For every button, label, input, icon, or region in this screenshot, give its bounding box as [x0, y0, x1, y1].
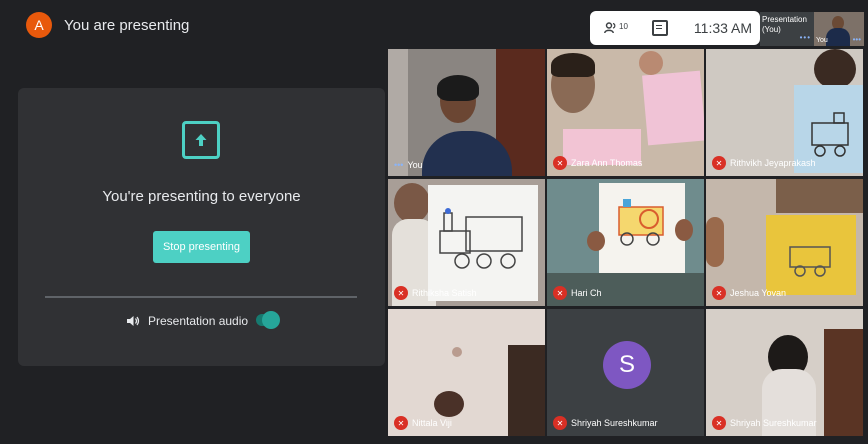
mic-off-icon: ✕	[394, 416, 408, 430]
mic-off-icon: ✕	[394, 286, 408, 300]
presenting-banner: A You are presenting	[26, 12, 189, 38]
participant-name: Hari Ch	[571, 288, 602, 298]
participant-tile[interactable]: ✕ Rithvikh Jeyaprakash	[706, 49, 863, 176]
participant-name: Shriyah Sureshkumar	[571, 418, 658, 428]
participant-tile[interactable]: ✕ Shriyah Sureshkumar	[706, 309, 863, 436]
clock: 11:33 AM	[693, 20, 753, 36]
presenting-message: You're presenting to everyone	[102, 188, 301, 205]
speaker-icon	[127, 316, 140, 326]
participant-avatar: S	[603, 341, 651, 389]
more-options-icon[interactable]: •••	[853, 35, 861, 44]
participant-name: Nittala Viji	[412, 418, 452, 428]
presentation-mini-tile[interactable]: Presentation (You) •••	[760, 12, 814, 46]
stop-presenting-button[interactable]: Stop presenting	[153, 231, 250, 263]
presentation-mini-label: Presentation (You)	[762, 15, 807, 34]
self-mini-label: You	[816, 37, 828, 44]
participant-tile[interactable]: ••• You	[388, 49, 545, 176]
chat-icon[interactable]	[651, 20, 668, 36]
presentation-audio-row: Presentation audio	[126, 314, 248, 328]
account-avatar[interactable]: A	[26, 12, 52, 38]
people-button[interactable]: 10	[604, 22, 628, 34]
participant-tile[interactable]: ✕ Zara Ann Thomas	[547, 49, 704, 176]
presentation-audio-toggle[interactable]	[256, 311, 280, 329]
participant-name: Zara Ann Thomas	[571, 158, 643, 168]
present-screen-icon	[182, 121, 220, 159]
mic-off-icon: ✕	[712, 156, 726, 170]
participant-name: Rithvikh Jeyaprakash	[730, 158, 816, 168]
participant-tile[interactable]: ✕ Rithiksha Satish	[388, 179, 545, 306]
participant-name: You	[407, 160, 423, 170]
mic-off-icon: ✕	[712, 286, 726, 300]
participant-tile[interactable]: S ✕ Shriyah Sureshkumar	[547, 309, 704, 436]
mic-off-icon: ✕	[712, 416, 726, 430]
people-icon	[604, 22, 616, 34]
participant-tile[interactable]: ✕ Nittala Viji	[388, 309, 545, 436]
participant-tile[interactable]: ✕ Hari Ch	[547, 179, 704, 306]
people-count: 10	[619, 22, 628, 31]
more-options-icon[interactable]: •••	[394, 160, 403, 170]
more-options-icon[interactable]: •••	[800, 33, 811, 43]
participant-name: Jeshua Yovan	[730, 288, 787, 298]
mic-off-icon: ✕	[553, 416, 567, 430]
participant-tile[interactable]: ✕ Jeshua Yovan	[706, 179, 863, 306]
presenting-panel: You're presenting to everyone Stop prese…	[18, 88, 385, 366]
self-mini-tile[interactable]: You •••	[814, 12, 864, 46]
meeting-toolbar: 10 11:33 AM	[590, 11, 760, 45]
presentation-audio-label: Presentation audio	[148, 314, 249, 328]
participant-name: Shriyah Sureshkumar	[730, 418, 817, 428]
presenting-status: You are presenting	[64, 16, 190, 34]
mic-off-icon: ✕	[553, 286, 567, 300]
divider	[45, 296, 357, 298]
mic-off-icon: ✕	[553, 156, 567, 170]
participant-name: Rithiksha Satish	[412, 288, 477, 298]
